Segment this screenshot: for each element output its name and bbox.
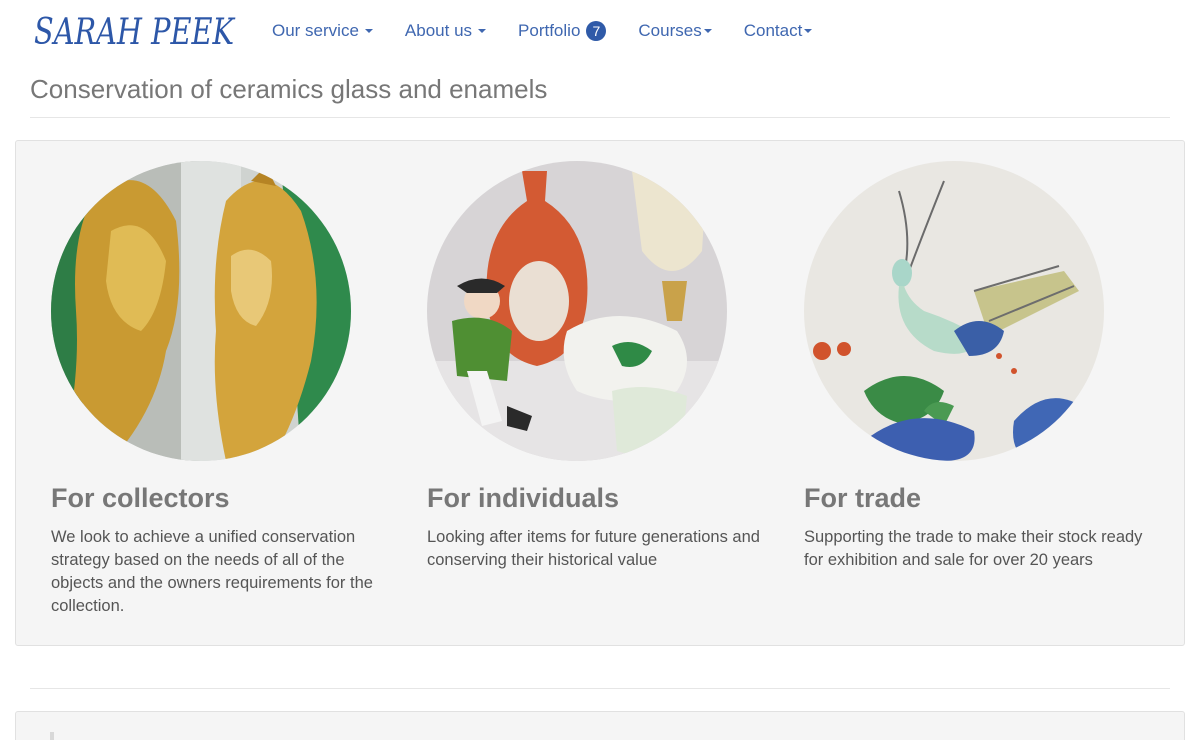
nav-portfolio-label: Portfolio [518,21,581,40]
nav-about-us-label: About us [404,21,473,40]
main-nav: Our service About us Portfolio 7 Courses… [256,0,828,62]
divider [30,117,1170,118]
feature-text: Supporting the trade to make their stock… [804,528,1143,569]
feature-individuals: For individuals Looking after items for … [427,161,767,572]
feature-trade: For trade Supporting the trade to make t… [804,161,1144,572]
top-navbar: SARAH PEEK Our service About us Portfoli… [0,0,1200,62]
chevron-down-icon [364,29,373,33]
blockquote-bar [50,732,54,740]
nav-courses-label: Courses [638,21,702,40]
feature-text: Looking after items for future generatio… [427,528,760,569]
feature-text: We look to achieve a unified conservatio… [51,528,373,615]
collectors-image[interactable] [51,161,351,461]
nav-courses[interactable]: Courses [622,0,727,62]
features-panel: For collectors We look to achieve a unif… [15,140,1185,646]
nav-about-us[interactable]: About us [389,0,502,62]
nav-contact-label: Contact [743,21,803,40]
divider [30,688,1170,689]
portfolio-count-badge: 7 [586,21,607,41]
secondary-panel [15,711,1185,740]
nav-contact[interactable]: Contact [728,0,829,62]
nav-portfolio[interactable]: Portfolio 7 [502,0,622,62]
svg-text:SARAH PEEK: SARAH PEEK [34,12,236,53]
chevron-down-icon [804,29,813,33]
trade-image[interactable] [804,161,1104,461]
chevron-down-icon [478,29,487,33]
feature-collectors: For collectors We look to achieve a unif… [51,161,391,618]
nav-our-service-label: Our service [272,21,359,40]
brand-logo[interactable]: SARAH PEEK [32,10,238,54]
feature-heading: For collectors [51,483,230,513]
individuals-image[interactable] [427,161,727,461]
nav-our-service[interactable]: Our service [256,0,389,62]
page-title: Conservation of ceramics glass and ename… [30,74,548,104]
chevron-down-icon [703,29,712,33]
feature-heading: For individuals [427,483,620,513]
feature-heading: For trade [804,483,922,513]
